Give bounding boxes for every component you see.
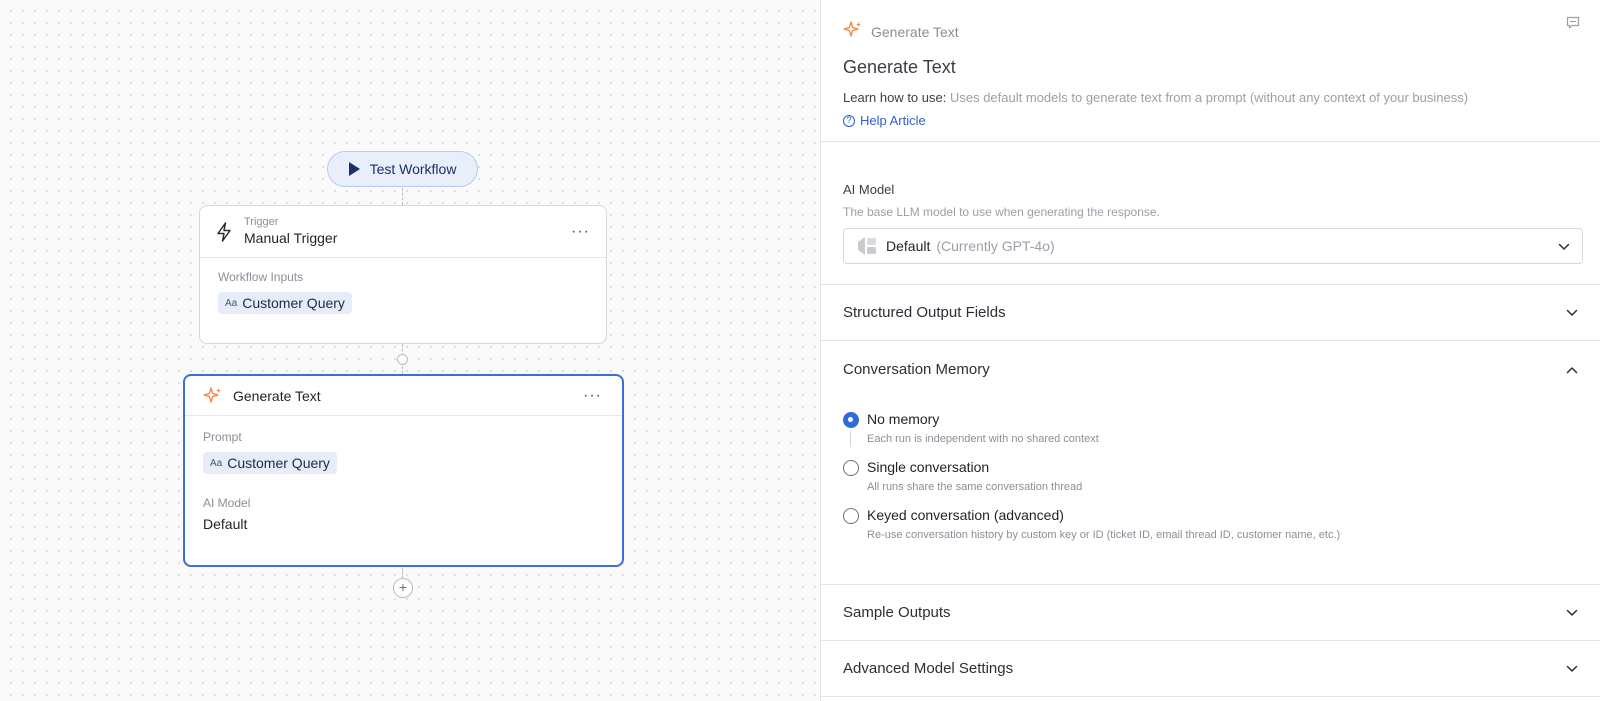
radio-button[interactable]	[843, 460, 859, 476]
panel-title: Generate Text	[843, 57, 956, 77]
chevron-down-icon	[1566, 604, 1578, 621]
model-icon	[856, 236, 878, 256]
generate-node-header: Generate Text ···	[185, 376, 622, 416]
panel-kicker-label: Generate Text	[871, 23, 959, 40]
conversation-memory-section[interactable]: Conversation Memory	[821, 341, 1600, 397]
structured-output-title: Structured Output Fields	[843, 304, 1006, 321]
text-type-icon: Aa	[210, 457, 223, 469]
memory-option-label: No memory	[867, 411, 940, 427]
help-article-label: Help Article	[860, 113, 926, 128]
workflow-canvas[interactable]: Test Workflow Trigger Manual Trigger ···…	[0, 0, 820, 701]
text-type-icon: Aa	[225, 297, 238, 309]
memory-option-desc: Each run is independent with no shared c…	[867, 433, 1099, 445]
workflow-inputs-label: Workflow Inputs	[218, 270, 304, 284]
tree-line	[850, 431, 851, 447]
connector-line	[402, 366, 403, 374]
ai-model-selected: Default	[886, 238, 931, 254]
chevron-down-icon	[1566, 660, 1578, 677]
lightning-icon	[214, 221, 234, 242]
memory-option-none[interactable]: No memory Each run is independent with n…	[843, 411, 1578, 447]
prompt-chip-label: Customer Query	[227, 455, 330, 471]
advanced-model-settings-section[interactable]: Advanced Model Settings	[821, 641, 1600, 697]
panel-description: Learn how to use: Uses default models to…	[843, 90, 1600, 105]
learn-prefix: Learn how to use:	[843, 90, 947, 105]
play-icon	[348, 162, 360, 176]
feedback-icon[interactable]	[1566, 16, 1580, 35]
memory-option-desc: All runs share the same conversation thr…	[867, 481, 1083, 493]
test-workflow-button[interactable]: Test Workflow	[327, 151, 478, 187]
trigger-node-kicker: Trigger	[244, 216, 279, 228]
add-step-button[interactable]: +	[393, 578, 413, 598]
chevron-down-icon	[1558, 238, 1570, 254]
sparkle-icon	[203, 386, 223, 406]
connector-line	[402, 568, 403, 578]
connector-line	[402, 188, 403, 205]
node-settings-panel: Generate Text Generate Text Learn how to…	[820, 0, 1600, 701]
workflow-input-chip-label: Customer Query	[242, 295, 345, 311]
ai-model-select[interactable]: Default (Currently GPT-4o)	[843, 228, 1583, 264]
learn-text: Uses default models to generate text fro…	[946, 90, 1469, 105]
node-model-value: Default	[203, 516, 248, 532]
trigger-node-name: Manual Trigger	[244, 230, 338, 246]
more-icon[interactable]: ···	[569, 223, 592, 241]
chevron-up-icon	[1566, 361, 1578, 378]
generate-node-name: Generate Text	[233, 387, 321, 404]
node-model-label: AI Model	[203, 496, 251, 510]
conversation-memory-options: No memory Each run is independent with n…	[821, 397, 1600, 585]
trigger-node[interactable]: Trigger Manual Trigger ··· Workflow Inpu…	[199, 205, 607, 344]
ai-model-field: AI Model The base LLM model to use when …	[821, 142, 1600, 285]
ai-model-selected-detail: (Currently GPT-4o)	[936, 238, 1055, 254]
memory-option-label: Single conversation	[867, 459, 990, 475]
memory-option-desc: Re-use conversation history by custom ke…	[867, 529, 1341, 541]
sample-outputs-title: Sample Outputs	[843, 604, 951, 621]
test-workflow-label: Test Workflow	[369, 161, 457, 177]
memory-option-single[interactable]: Single conversation All runs share the s…	[843, 459, 1578, 493]
radio-button[interactable]	[843, 412, 859, 428]
memory-option-keyed[interactable]: Keyed conversation (advanced) Re-use con…	[843, 507, 1578, 541]
memory-option-label: Keyed conversation (advanced)	[867, 507, 1064, 523]
generate-text-node[interactable]: Generate Text ··· Prompt Aa Customer Que…	[183, 374, 624, 567]
sparkle-icon	[843, 20, 863, 43]
sample-outputs-section[interactable]: Sample Outputs	[821, 585, 1600, 641]
conversation-memory-title: Conversation Memory	[843, 360, 990, 378]
radio-button[interactable]	[843, 508, 859, 524]
structured-output-section[interactable]: Structured Output Fields	[821, 285, 1600, 341]
help-article-link[interactable]: ? Help Article	[843, 113, 926, 128]
chevron-down-icon	[1566, 304, 1578, 321]
trigger-node-header: Trigger Manual Trigger ···	[200, 206, 606, 258]
more-icon[interactable]: ···	[581, 387, 604, 405]
panel-header: Generate Text Generate Text Learn how to…	[821, 0, 1600, 142]
prompt-label: Prompt	[203, 430, 242, 444]
help-circle-icon: ?	[843, 114, 855, 127]
ai-model-label: AI Model	[843, 182, 895, 197]
connector-dot[interactable]	[397, 354, 408, 365]
ai-model-help: The base LLM model to use when generatin…	[843, 205, 1160, 219]
workflow-input-chip[interactable]: Aa Customer Query	[218, 292, 352, 314]
prompt-chip[interactable]: Aa Customer Query	[203, 452, 337, 474]
panel-kicker: Generate Text	[843, 20, 1600, 43]
advanced-model-settings-title: Advanced Model Settings	[843, 660, 1014, 677]
